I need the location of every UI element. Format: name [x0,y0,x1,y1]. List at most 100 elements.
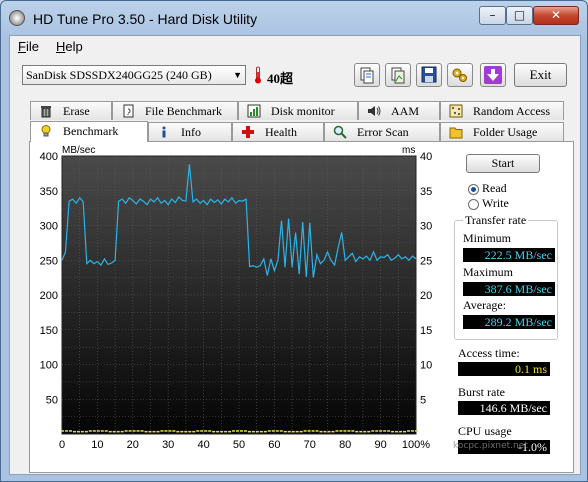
magnifier-icon [333,125,347,139]
access-time-point [140,430,144,432]
read-radio-label: Read [482,181,507,195]
access-time-point [387,430,391,432]
temperature-readout: 40超 [267,71,294,86]
access-time-label: Access time: [458,346,520,360]
access-time-value: 0.1 ms [458,362,550,376]
start-button[interactable]: Start [466,154,540,173]
x-tick-label: 0 [59,439,65,451]
tab-benchmark-label: Benchmark [63,124,119,138]
y-right-tick-label: 10 [420,360,432,372]
tab-random-access[interactable]: Random Access [440,101,564,120]
tab-erase[interactable]: Erase [30,101,112,120]
drive-select[interactable]: SanDisk SDSSDX240GG25 (240 GB) ▼ [22,65,246,85]
access-time-point [295,430,299,433]
maximize-button[interactable]: □ [506,6,533,25]
access-time-point [287,430,291,433]
copy-image-icon [391,67,405,84]
tab-disk-monitor[interactable]: Disk monitor [238,101,358,120]
burst-rate-label: Burst rate [458,385,505,399]
y-left-tick-label: 100 [40,360,58,372]
transfer-rate-group: Transfer rate Minimum 222.5 MB/sec Maxim… [454,213,558,340]
menu-file-label: ile [25,39,39,54]
access-time-point [176,430,180,433]
menu-help[interactable]: Help [56,39,83,54]
tab-folder-usage[interactable]: Folder Usage [440,122,564,141]
tab-aam[interactable]: AAM [358,101,440,120]
tab-folder-usage-label: Folder Usage [473,125,538,139]
access-time-point [100,430,104,432]
access-time-point [327,430,331,433]
minimize-button[interactable]: – [479,6,506,25]
tab-disk-monitor-label: Disk monitor [271,104,335,118]
tab-info-label: Info [181,125,201,139]
access-time-point [411,430,415,432]
y-left-tick-label: 50 [46,394,58,406]
access-time-point [144,430,148,433]
average-label: Average: [463,298,507,312]
write-radio[interactable]: Write [468,196,509,210]
drive-select-value: SanDisk SDSSDX240GG25 (240 GB) [26,68,212,82]
access-time-point [335,430,339,432]
access-time-point [391,430,395,433]
benchmark-panel: MB/sec ms 400 350 300 250 200 150 100 50 40 35 30 25 2… [29,141,574,473]
y-left-tick-label: 200 [40,290,58,302]
access-time-point [343,430,347,432]
tab-file-benchmark-label: File Benchmark [145,104,222,118]
access-time-point [61,430,64,432]
red-cross-icon [242,126,254,138]
gears-icon [452,68,467,82]
copy-text-button[interactable] [354,63,380,87]
access-time-point [116,430,120,433]
download-button[interactable] [480,63,506,87]
menu-help-mnemonic: H [56,39,66,54]
tab-error-scan[interactable]: Error Scan [324,122,440,141]
write-radio-dot [468,198,479,210]
watermark-text: kocpc.pixnet.net [453,441,528,451]
y-right-unit-label: ms [402,145,415,156]
write-radio-label: Write [482,196,509,210]
y-right-tick-label: 30 [420,221,432,233]
access-time-point [204,430,208,432]
info-icon [162,126,166,138]
maximum-label: Maximum [463,265,513,279]
burst-rate-value: 146.6 MB/sec [458,401,550,415]
tab-erase-label: Erase [63,104,90,118]
access-time-point [367,430,371,433]
close-button[interactable]: ✕ [533,6,579,25]
menu-file[interactable]: File [18,39,39,54]
access-time-point [263,430,267,433]
read-radio-dot [468,183,479,195]
access-time-point [251,430,255,433]
options-button[interactable] [447,63,473,87]
access-time-point [120,430,124,433]
access-time-point [168,430,172,432]
y-right-tick-label: 15 [420,325,432,337]
access-time-point [299,430,303,433]
tab-health-label: Health [265,125,297,139]
access-time-point [72,430,76,433]
tab-error-scan-label: Error Scan [357,125,409,139]
x-tick-label: 50 [233,439,245,451]
copy-screenshot-button[interactable] [385,63,411,87]
access-time-point [92,430,96,432]
tab-health[interactable]: Health [232,122,324,141]
access-time-point [375,430,379,432]
tab-info[interactable]: Info [148,122,232,141]
download-arrow-icon [484,66,502,84]
access-time-point [319,430,323,433]
floppy-disk-icon [421,66,437,83]
tab-benchmark[interactable]: Benchmark [30,121,148,142]
exit-button[interactable]: Exit [514,63,567,87]
title-bar[interactable]: HD Tune Pro 3.50 - Hard Disk Utility – □… [1,1,587,35]
read-radio[interactable]: Read [468,181,507,195]
random-access-icon [449,104,463,118]
y-right-tick-label: 35 [420,186,432,198]
access-time-point [359,430,363,433]
access-time-point [355,430,359,433]
access-time-point [64,430,68,432]
tab-file-benchmark[interactable]: File Benchmark [112,101,238,120]
access-time-point [192,430,196,433]
benchmark-chart: MB/sec ms40035030025020015010050403530252… [40,145,433,451]
save-button[interactable] [416,63,442,87]
access-time-point [339,430,343,432]
